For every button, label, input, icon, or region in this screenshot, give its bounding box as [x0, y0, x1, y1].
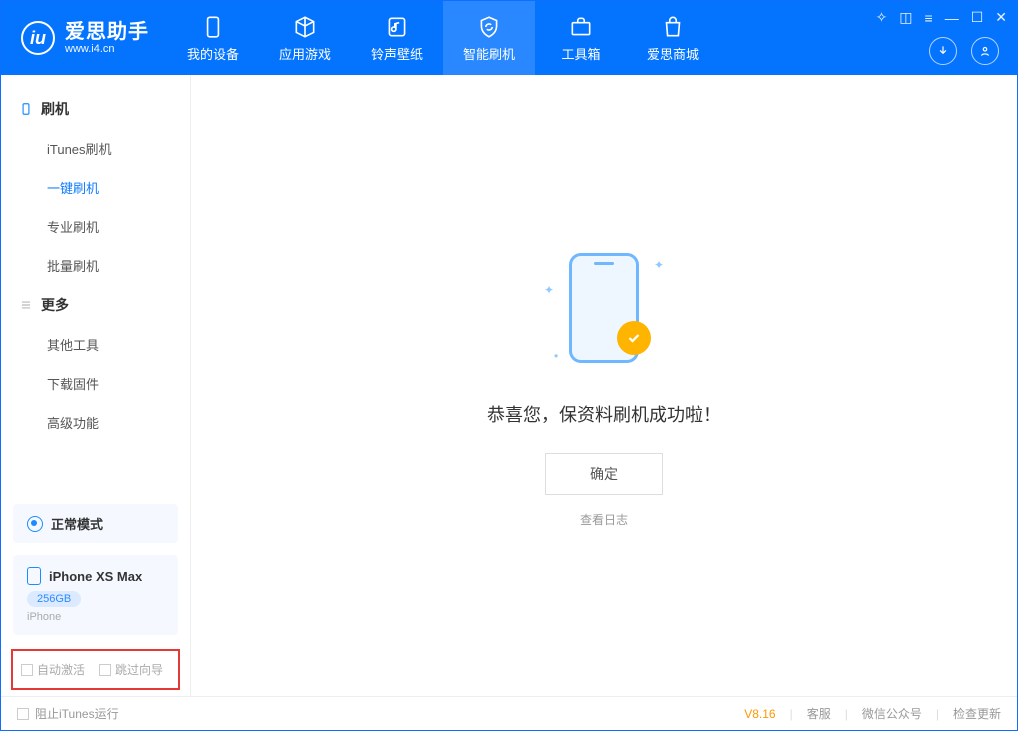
nav-store[interactable]: 爱思商城: [627, 1, 719, 75]
logo-area: iu 爱思助手 www.i4.cn: [1, 1, 167, 75]
sidebar-item-onekey-flash[interactable]: 一键刷机: [1, 168, 190, 207]
device-type: iPhone: [27, 611, 164, 623]
sidebar-item-batch-flash[interactable]: 批量刷机: [1, 246, 190, 285]
nav-label: 工具箱: [561, 44, 600, 63]
checkbox-label: 自动激活: [37, 661, 85, 678]
device-mode: 正常模式: [51, 514, 103, 533]
check-circle-icon: [617, 321, 651, 355]
flash-options-highlight: 自动激活 跳过向导: [11, 649, 180, 690]
nav-ringtones-wallpapers[interactable]: 铃声壁纸: [351, 1, 443, 75]
sparkle-icon: ✦: [654, 258, 664, 272]
nav-toolbox[interactable]: 工具箱: [535, 1, 627, 75]
cube-icon: [292, 14, 318, 40]
skin-icon[interactable]: ◫: [899, 9, 912, 26]
phone-icon: [19, 102, 33, 116]
checkbox-label: 跳过向导: [115, 661, 163, 678]
view-log-link[interactable]: 查看日志: [580, 511, 628, 528]
sidebar-group-flash: 刷机: [1, 89, 190, 129]
phone-small-icon: [27, 567, 41, 585]
device-name: iPhone XS Max: [49, 569, 142, 584]
nav-label: 我的设备: [187, 44, 239, 63]
success-illustration: ✦ ✦ •: [539, 243, 669, 373]
checkbox-auto-activate[interactable]: 自动激活: [21, 661, 85, 678]
device-icon: [200, 14, 226, 40]
app-name: 爱思助手: [65, 21, 149, 43]
sidebar-group-more: 更多: [1, 285, 190, 325]
feedback-icon[interactable]: ✧: [876, 9, 888, 26]
nav-my-device[interactable]: 我的设备: [167, 1, 259, 75]
music-note-icon: [384, 14, 410, 40]
maximize-button[interactable]: ☐: [971, 9, 984, 26]
sparkle-icon: ✦: [544, 283, 554, 297]
version-label: V8.16: [744, 707, 775, 721]
nav-smart-flash[interactable]: 智能刷机: [443, 1, 535, 75]
sidebar-item-pro-flash[interactable]: 专业刷机: [1, 207, 190, 246]
nav-label: 智能刷机: [463, 44, 515, 63]
menu-icon[interactable]: ≡: [925, 10, 933, 26]
body: 刷机 iTunes刷机 一键刷机 专业刷机 批量刷机 更多 其他工具 下载固件 …: [1, 75, 1017, 696]
mode-icon: [27, 516, 43, 532]
sidebar: 刷机 iTunes刷机 一键刷机 专业刷机 批量刷机 更多 其他工具 下载固件 …: [1, 75, 191, 696]
device-info-box[interactable]: iPhone XS Max 256GB iPhone: [13, 555, 178, 635]
nav-apps-games[interactable]: 应用游戏: [259, 1, 351, 75]
app-window: iu 爱思助手 www.i4.cn 我的设备 应用游戏 铃声壁纸 智能刷机: [0, 0, 1018, 731]
briefcase-icon: [568, 14, 594, 40]
group-label: 更多: [41, 295, 69, 315]
checkbox-icon: [21, 664, 33, 676]
ok-button[interactable]: 确定: [545, 453, 663, 495]
window-controls: ✧ ◫ ≡ — ☐ ✕: [876, 9, 1007, 26]
close-button[interactable]: ✕: [995, 9, 1007, 26]
nav-label: 应用游戏: [279, 44, 331, 63]
sidebar-item-itunes-flash[interactable]: iTunes刷机: [1, 129, 190, 168]
sparkle-icon: •: [554, 349, 558, 363]
checkbox-icon: [99, 664, 111, 676]
storage-badge: 256GB: [27, 591, 81, 607]
status-bar: 阻止iTunes运行 V8.16 | 客服 | 微信公众号 | 检查更新: [1, 696, 1017, 730]
support-link[interactable]: 客服: [807, 705, 831, 722]
minimize-button[interactable]: —: [945, 10, 959, 26]
nav-label: 铃声壁纸: [371, 44, 423, 63]
title-bar: iu 爱思助手 www.i4.cn 我的设备 应用游戏 铃声壁纸 智能刷机: [1, 1, 1017, 75]
app-site: www.i4.cn: [65, 43, 149, 55]
success-message: 恭喜您，保资料刷机成功啦！: [487, 401, 721, 427]
sidebar-item-advanced[interactable]: 高级功能: [1, 403, 190, 442]
checkbox-label: 阻止iTunes运行: [35, 705, 119, 722]
top-nav: 我的设备 应用游戏 铃声壁纸 智能刷机 工具箱 爱思商城: [167, 1, 719, 75]
checkbox-icon: [17, 708, 29, 720]
app-logo-icon: iu: [21, 21, 55, 55]
refresh-shield-icon: [476, 14, 502, 40]
sidebar-item-other-tools[interactable]: 其他工具: [1, 325, 190, 364]
device-mode-box[interactable]: 正常模式: [13, 504, 178, 543]
checkbox-skip-guide[interactable]: 跳过向导: [99, 661, 163, 678]
checkbox-block-itunes[interactable]: 阻止iTunes运行: [17, 705, 119, 722]
wechat-link[interactable]: 微信公众号: [862, 705, 922, 722]
nav-label: 爱思商城: [647, 44, 699, 63]
check-update-link[interactable]: 检查更新: [953, 705, 1001, 722]
shopping-bag-icon: [660, 14, 686, 40]
app-title: 爱思助手 www.i4.cn: [65, 21, 149, 55]
header-actions: [929, 37, 999, 65]
main-content: ✦ ✦ • 恭喜您，保资料刷机成功啦！ 确定 查看日志: [191, 75, 1017, 696]
group-label: 刷机: [41, 99, 69, 119]
sidebar-item-download-firmware[interactable]: 下载固件: [1, 364, 190, 403]
list-icon: [19, 298, 33, 312]
account-button[interactable]: [971, 37, 999, 65]
download-button[interactable]: [929, 37, 957, 65]
footer-right: V8.16 | 客服 | 微信公众号 | 检查更新: [744, 705, 1001, 722]
